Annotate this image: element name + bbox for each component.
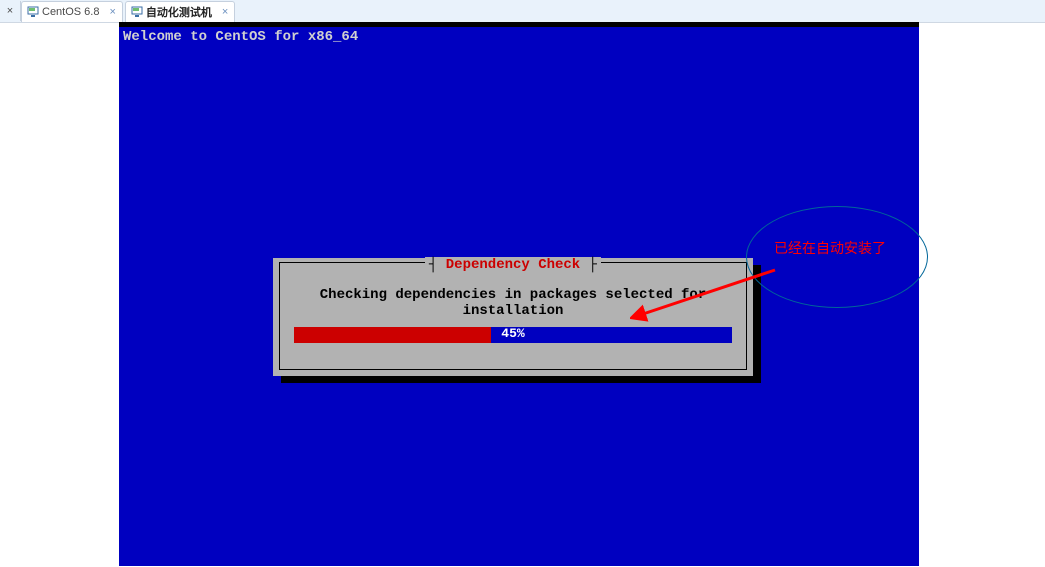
tab-label: 自动化测试机	[144, 4, 214, 20]
tab-centos[interactable]: CentOS 6.8 ×	[21, 1, 123, 22]
monitor-icon	[26, 5, 40, 19]
dialog-message: Checking dependencies in packages select…	[280, 287, 746, 319]
tab-auto-test[interactable]: 自动化测试机 ×	[125, 1, 235, 22]
tab-bar: × CentOS 6.8 × 自动化测试机 ×	[0, 0, 1045, 23]
tab-lead-close[interactable]: ×	[0, 1, 21, 21]
tab-label: CentOS 6.8	[40, 6, 101, 18]
close-icon: ×	[7, 5, 13, 17]
vm-console[interactable]: Welcome to CentOS for x86_64 ┤ Dependenc…	[119, 22, 919, 566]
dependency-dialog: ┤ Dependency Check ├ Checking dependenci…	[273, 258, 753, 376]
progress-label: 45%	[280, 326, 746, 341]
monitor-icon	[130, 5, 144, 19]
close-icon[interactable]: ×	[109, 6, 115, 18]
dialog-title: ┤ Dependency Check ├	[425, 257, 601, 273]
close-icon[interactable]: ×	[222, 6, 228, 18]
dialog-title-wrap: ┤ Dependency Check ├	[280, 255, 746, 273]
welcome-text: Welcome to CentOS for x86_64	[123, 29, 358, 45]
installer-screen: Welcome to CentOS for x86_64 ┤ Dependenc…	[119, 27, 919, 566]
dialog-border: ┤ Dependency Check ├ Checking dependenci…	[279, 262, 747, 370]
